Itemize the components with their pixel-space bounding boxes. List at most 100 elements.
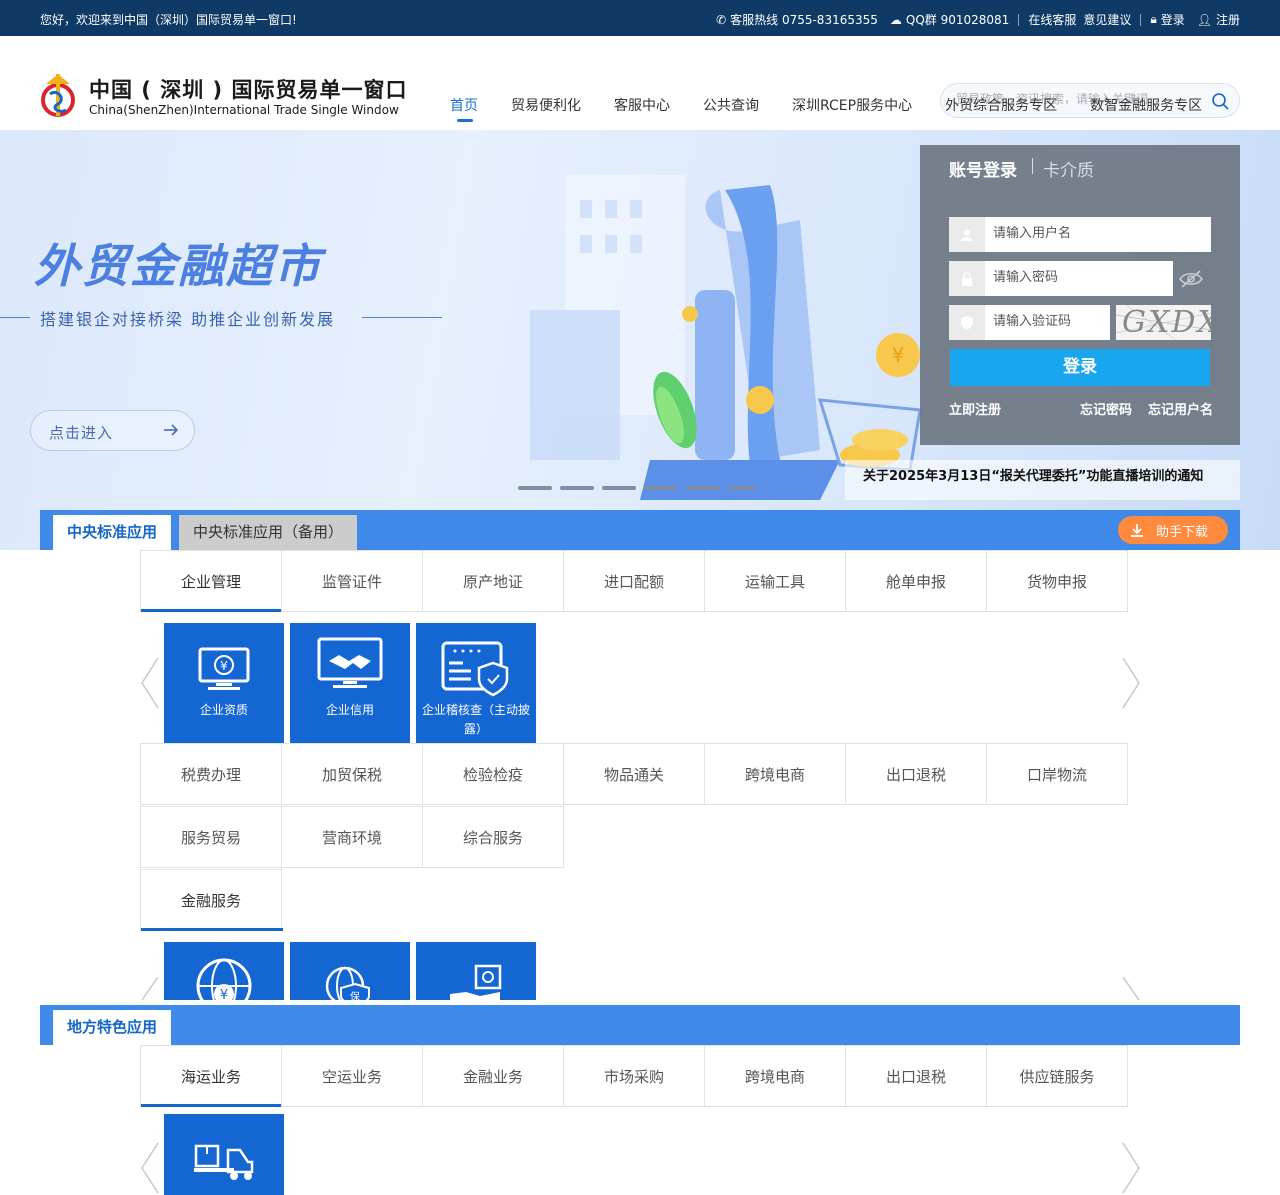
tab-central-standard[interactable]: 中央标准应用 — [53, 515, 172, 550]
category-processing-bonded[interactable]: 加贸保税 — [281, 743, 423, 805]
password-input[interactable] — [993, 270, 1173, 285]
finance-illustration: ¥ — [530, 175, 922, 500]
brand-subtitle: China(ShenZhen)International Trade Singl… — [89, 103, 399, 117]
feedback-link[interactable]: 意见建议 — [1083, 11, 1131, 28]
category-finance-business[interactable]: 金融业务 — [422, 1045, 564, 1107]
category-air-freight[interactable]: 空运业务 — [281, 1045, 423, 1107]
enter-label: 点击进入 — [49, 424, 114, 442]
carousel-dot[interactable] — [644, 486, 678, 490]
top-bar: 您好，欢迎来到中国（深圳）国际贸易单一窗口! ✆ 客服热线 0755-831653… — [0, 0, 1280, 36]
nav-digital-finance-zone[interactable]: 数智金融服务专区 — [1090, 95, 1202, 127]
main-nav: 首页 贸易便利化 客服中心 公共查询 深圳RCEP服务中心 外贸综合服务专区 数… — [450, 95, 1202, 127]
chevron-right-icon[interactable] — [1121, 975, 1141, 1000]
category-regulatory-docs[interactable]: 监管证件 — [281, 550, 423, 612]
helper-download-button[interactable]: 助手下载 — [1118, 516, 1228, 544]
category-supply-chain[interactable]: 供应链服务 — [986, 1045, 1128, 1107]
svg-text:保: 保 — [350, 990, 360, 1000]
category-import-quota[interactable]: 进口配额 — [563, 550, 705, 612]
category-ocean-shipping[interactable]: 海运业务 — [140, 1045, 283, 1107]
top-login-link[interactable]: 🔒︎ 登录 — [1150, 11, 1184, 28]
nav-rcep-center[interactable]: 深圳RCEP服务中心 — [792, 95, 912, 127]
nav-home[interactable]: 首页 — [450, 95, 478, 127]
category-integrated-services[interactable]: 综合服务 — [422, 806, 564, 868]
chevron-left-icon[interactable] — [140, 1141, 160, 1195]
central-category-row: 服务贸易 营商环境 综合服务 — [140, 806, 564, 868]
tile-finance-globe[interactable]: ¥ — [164, 942, 284, 1000]
lock-icon: 🔒︎ — [1150, 12, 1157, 26]
forgot-password-link[interactable]: 忘记密码 — [1080, 399, 1132, 418]
category-financial-services[interactable]: 金融服务 — [140, 869, 283, 931]
user-icon: 👤︎ — [1196, 12, 1212, 27]
nav-public-query[interactable]: 公共查询 — [703, 95, 759, 127]
brand-title[interactable]: 中国 ( 深圳 ) 国际贸易单一窗口 — [89, 74, 407, 104]
banner-title: 外贸金融超市 — [34, 239, 322, 293]
nav-trade-facilitation[interactable]: 贸易便利化 — [511, 95, 581, 127]
search-icon[interactable] — [1211, 92, 1229, 110]
category-certificate-origin[interactable]: 原产地证 — [422, 550, 564, 612]
banner-line — [362, 317, 442, 318]
register-link[interactable]: 立即注册 — [949, 399, 1001, 418]
category-enterprise-management[interactable]: 企业管理 — [140, 550, 283, 612]
category-service-trade[interactable]: 服务贸易 — [140, 806, 282, 868]
chevron-right-icon[interactable] — [1121, 1141, 1141, 1195]
globe-shield-icon: 保 — [325, 966, 370, 1000]
category-transport[interactable]: 运输工具 — [704, 550, 846, 612]
login-panel: 账号登录 卡介质 GXDX 登录 立即注册 忘记密码 忘记用户名 — [920, 145, 1240, 445]
tile-enterprise-qualification[interactable]: ¥ 企业资质 — [164, 623, 284, 743]
customs-logo-icon[interactable] — [38, 70, 78, 122]
captcha-text: GXDX — [1122, 305, 1211, 340]
category-cross-border-ecommerce[interactable]: 跨境电商 — [704, 1045, 846, 1107]
carousel-dot[interactable] — [686, 486, 720, 490]
carousel-dot[interactable] — [602, 486, 636, 490]
top-register-link[interactable]: 👤︎ 注册 — [1197, 11, 1240, 28]
category-business-environment[interactable]: 营商环境 — [281, 806, 423, 868]
nav-service-center[interactable]: 客服中心 — [614, 95, 670, 127]
tab-local-features[interactable]: 地方特色应用 — [53, 1010, 172, 1045]
enter-button[interactable]: 点击进入 — [30, 410, 195, 451]
carousel-dot[interactable] — [728, 486, 756, 490]
category-manifest[interactable]: 舱单申报 — [845, 550, 987, 612]
category-tax-payment[interactable]: 税费办理 — [140, 743, 282, 805]
tile-ocean-shipping[interactable] — [164, 1114, 284, 1195]
forgot-username-link[interactable]: 忘记用户名 — [1148, 399, 1213, 418]
document-shield-icon — [441, 641, 509, 697]
tab-card-login[interactable]: 卡介质 — [1043, 156, 1094, 181]
carousel-dot[interactable] — [560, 486, 594, 490]
eye-off-icon[interactable] — [1178, 270, 1204, 288]
category-export-tax-refund[interactable]: 出口退税 — [845, 1045, 987, 1107]
tab-account-login[interactable]: 账号登录 — [949, 156, 1017, 181]
central-category-row: 税费办理 加贸保税 检验检疫 物品通关 跨境电商 出口退税 口岸物流 — [140, 743, 1128, 805]
banner-subtitle: 搭建银企对接桥梁 助推企业创新发展 — [40, 310, 336, 329]
captcha-image[interactable]: GXDX — [1116, 305, 1211, 340]
divider — [1018, 13, 1020, 26]
category-goods-declaration[interactable]: 货物申报 — [986, 550, 1128, 612]
chevron-right-icon[interactable] — [1121, 656, 1141, 710]
top-bar-links: ✆ 客服热线 0755-83165355 ☁ QQ群 901028081 在线客服 … — [716, 11, 1240, 28]
tile-enterprise-audit[interactable]: 企业稽核查（主动披露） — [416, 623, 536, 743]
category-goods-clearance[interactable]: 物品通关 — [563, 743, 705, 805]
category-inspection-quarantine[interactable]: 检验检疫 — [422, 743, 564, 805]
handshake-icon — [317, 637, 383, 688]
finance-tiles: ¥ 保 — [164, 942, 536, 1000]
username-input[interactable] — [993, 226, 1173, 241]
password-field — [949, 261, 1173, 296]
chevron-left-icon[interactable] — [140, 656, 160, 710]
category-port-logistics[interactable]: 口岸物流 — [986, 743, 1128, 805]
tile-enterprise-credit[interactable]: 企业信用 — [290, 623, 410, 743]
category-cross-border-ecommerce[interactable]: 跨境电商 — [704, 743, 846, 805]
tab-central-backup[interactable]: 中央标准应用（备用） — [179, 515, 358, 550]
central-category-row: 金融服务 — [140, 869, 283, 931]
tile-finance-insurance[interactable]: 保 — [290, 942, 410, 1000]
category-market-procurement[interactable]: 市场采购 — [563, 1045, 705, 1107]
chevron-left-icon[interactable] — [140, 975, 160, 1000]
carousel-dot[interactable] — [518, 486, 552, 490]
nav-foreign-trade-zone[interactable]: 外贸综合服务专区 — [945, 95, 1057, 127]
qq-icon: ☁ — [889, 12, 902, 27]
online-service-link[interactable]: 在线客服 — [1028, 11, 1076, 28]
carousel-dots — [518, 486, 756, 490]
tile-finance-safe[interactable] — [416, 942, 536, 1000]
divider — [1140, 13, 1142, 26]
notice-ticker[interactable]: 关于2025年3月13日“报关代理委托”功能直播培训的通知 — [845, 460, 1240, 500]
login-submit-button[interactable]: 登录 — [950, 349, 1210, 386]
category-export-tax-refund[interactable]: 出口退税 — [845, 743, 987, 805]
